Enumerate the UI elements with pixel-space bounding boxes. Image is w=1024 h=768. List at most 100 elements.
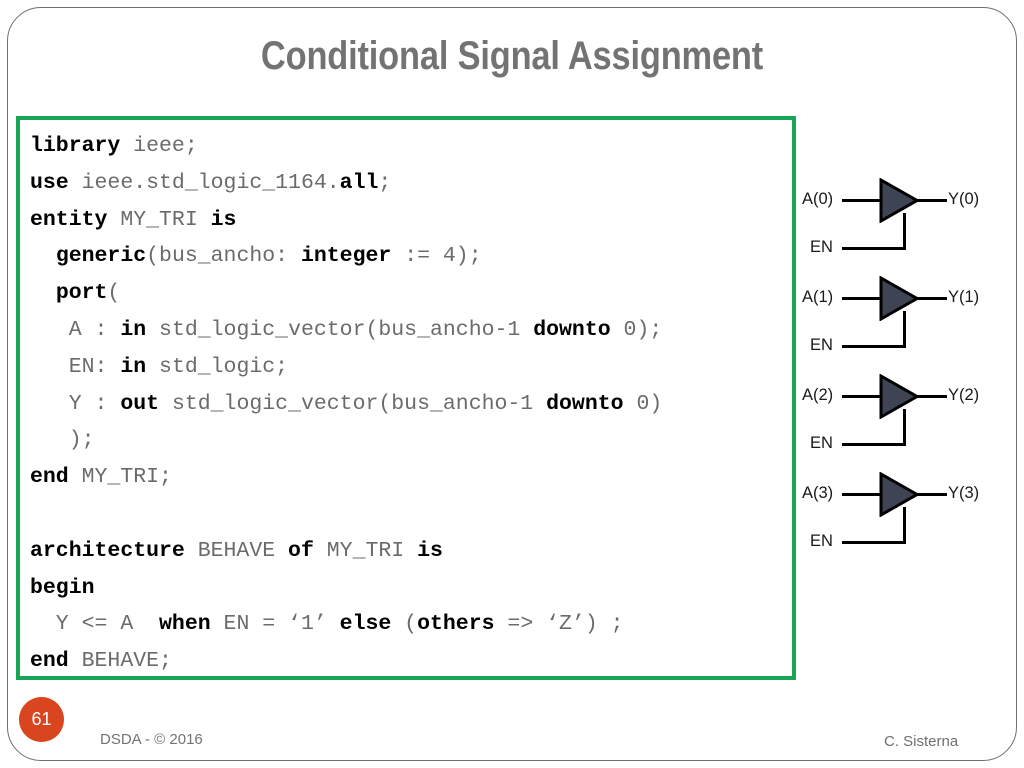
- code-keyword: is: [417, 538, 443, 563]
- code-text: MY_TRI;: [68, 465, 172, 490]
- tri-state-buffer: A(1) Y(1) EN: [800, 268, 1015, 366]
- page-title: Conditional Signal Assignment: [260, 34, 764, 78]
- code-keyword: downto: [533, 317, 611, 342]
- code-line: begin: [30, 570, 792, 607]
- code-text: );: [30, 428, 95, 453]
- code-keyword: entity: [30, 207, 108, 232]
- code-line: end MY_TRI;: [30, 459, 792, 496]
- code-keyword: else: [339, 612, 392, 637]
- code-keyword: in: [120, 317, 147, 342]
- code-text: (: [391, 612, 418, 637]
- code-text: Y <= A: [30, 612, 160, 637]
- code-line: generic(bus_ancho: integer := 4);: [30, 238, 792, 275]
- enable-wire-horizontal: [842, 345, 906, 348]
- code-line: library ieee;: [30, 128, 792, 165]
- tri-state-buffer: A(3) Y(3) EN: [800, 464, 1015, 562]
- enable-wire-horizontal: [842, 541, 906, 544]
- tri-state-buffer-diagram: A(0) Y(0) EN A(1) Y(1) EN A(2) Y(2) EN A(3) Y(3) EN: [800, 170, 1015, 560]
- input-wire: [842, 199, 882, 202]
- output-wire: [917, 493, 947, 496]
- buffer-triangle-icon: [879, 276, 919, 321]
- code-line: [30, 496, 792, 533]
- code-line: port(: [30, 275, 792, 312]
- code-line: A : in std_logic_vector(bus_ancho-1 down…: [30, 312, 792, 349]
- code-text: 0);: [610, 317, 663, 342]
- footer-author: C. Sisterna: [884, 733, 959, 750]
- input-wire: [842, 395, 882, 398]
- code-text: BEHAVE;: [68, 649, 172, 674]
- buffer-triangle-icon: [879, 472, 919, 517]
- buffer-input-label: A(1): [802, 288, 834, 306]
- page-number-badge: 61: [19, 697, 64, 742]
- code-text: (: [107, 281, 121, 306]
- code-text: => ‘Z’) ;: [494, 612, 624, 637]
- tri-state-buffer: A(2) Y(2) EN: [800, 366, 1015, 464]
- buffer-input-label: A(0): [802, 190, 834, 208]
- code-text: std_logic_vector(bus_ancho-1: [146, 317, 534, 342]
- code-line: Y : out std_logic_vector(bus_ancho-1 dow…: [30, 386, 792, 423]
- buffer-triangle-icon: [879, 178, 919, 223]
- output-wire: [917, 297, 947, 300]
- slide-canvas: Conditional Signal Assignment library ie…: [0, 0, 1024, 768]
- code-text: EN:: [30, 354, 121, 379]
- code-keyword: port: [55, 281, 108, 306]
- code-keyword: begin: [30, 575, 95, 600]
- code-text: ieee.std_logic_1164.: [68, 170, 340, 195]
- code-text: std_logic_vector(bus_ancho-1: [159, 391, 547, 416]
- code-text: std_logic;: [146, 354, 289, 379]
- buffer-enable-label: EN: [810, 532, 833, 550]
- code-keyword: all: [339, 170, 379, 195]
- code-keyword: end: [30, 465, 69, 490]
- code-line: end BEHAVE;: [30, 643, 792, 680]
- code-text: A :: [30, 317, 121, 342]
- buffer-enable-label: EN: [810, 238, 833, 256]
- buffer-enable-label: EN: [810, 336, 833, 354]
- buffer-input-label: A(2): [802, 386, 834, 404]
- code-line: Y <= A when EN = ‘1’ else (others => ‘Z’…: [30, 606, 792, 643]
- input-wire: [842, 297, 882, 300]
- code-line: );: [30, 422, 792, 459]
- code-text: Y :: [30, 391, 121, 416]
- code-text: := 4);: [391, 244, 482, 269]
- code-text: ;: [378, 170, 392, 195]
- code-keyword: others: [417, 612, 495, 637]
- buffer-output-label: Y(1): [948, 288, 980, 306]
- code-text: MY_TRI: [107, 207, 211, 232]
- code-keyword: use: [30, 170, 69, 195]
- enable-wire-horizontal: [842, 443, 906, 446]
- code-keyword: generic: [55, 244, 147, 269]
- code-line: architecture BEHAVE of MY_TRI is: [30, 533, 792, 570]
- output-wire: [917, 199, 947, 202]
- code-keyword: downto: [546, 391, 624, 416]
- buffer-output-label: Y(2): [948, 386, 980, 404]
- footer-copyright: DSDA - © 2016: [100, 731, 203, 748]
- code-keyword: architecture: [30, 538, 185, 563]
- code-text: EN = ‘1’: [210, 612, 340, 637]
- code-line: entity MY_TRI is: [30, 202, 792, 239]
- code-text: ieee;: [120, 134, 198, 158]
- code-keyword: when: [159, 612, 211, 637]
- code-text: BEHAVE: [184, 538, 289, 563]
- buffer-input-label: A(3): [802, 484, 834, 502]
- code-keyword: of: [288, 538, 314, 563]
- vhdl-code-block: library ieee; use ieee.std_logic_1164.all…: [16, 116, 796, 680]
- buffer-triangle-icon: [879, 374, 919, 419]
- code-keyword: out: [120, 391, 160, 416]
- tri-state-buffer: A(0) Y(0) EN: [800, 170, 1015, 268]
- code-keyword: in: [120, 354, 147, 379]
- code-keyword: integer: [300, 244, 392, 269]
- code-line: EN: in std_logic;: [30, 349, 792, 386]
- code-text: (bus_ancho:: [146, 244, 301, 269]
- enable-wire-horizontal: [842, 247, 906, 250]
- code-keyword: library: [30, 134, 121, 158]
- code-keyword: end: [30, 649, 69, 674]
- output-wire: [917, 395, 947, 398]
- buffer-output-label: Y(0): [948, 190, 980, 208]
- code-text: MY_TRI: [313, 538, 418, 563]
- code-line: use ieee.std_logic_1164.all;: [30, 165, 792, 202]
- buffer-enable-label: EN: [810, 434, 833, 452]
- code-text: 0): [623, 391, 663, 416]
